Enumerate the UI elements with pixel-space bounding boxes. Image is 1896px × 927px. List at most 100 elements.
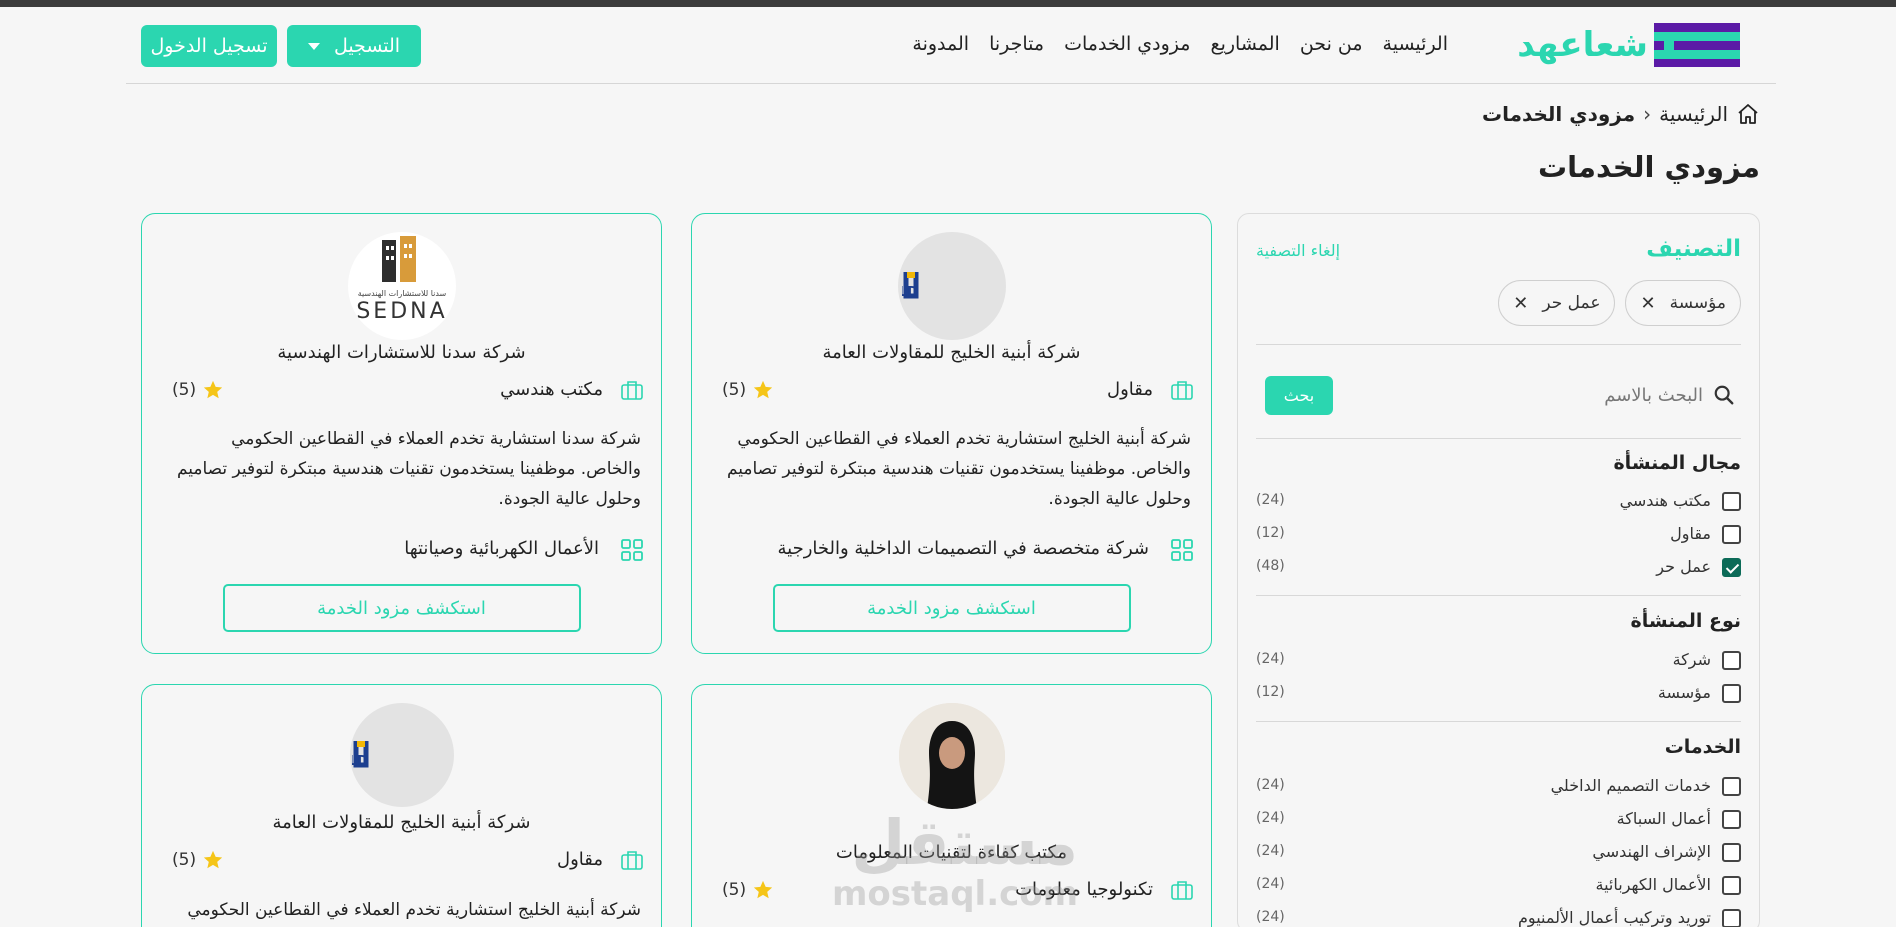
- filter-chip[interactable]: عمل حر ✕: [1498, 280, 1616, 326]
- option-count: (24): [1256, 492, 1285, 508]
- rating-count: (5): [722, 380, 747, 400]
- login-button[interactable]: تسجيل الدخول: [141, 25, 277, 67]
- provider-specialty: شركة متخصصة في التصميمات الداخلية والخار…: [722, 536, 1193, 564]
- rating-count: (5): [722, 880, 747, 900]
- checkbox[interactable]: [1722, 777, 1741, 796]
- provider-meta: مقاول (5): [172, 847, 643, 875]
- nav-home[interactable]: الرئيسية: [1383, 33, 1448, 55]
- filter-option[interactable]: الإشراف الهندسي (24): [1256, 840, 1741, 866]
- filter-option[interactable]: خدمات التصميم الداخلي (24): [1256, 774, 1741, 800]
- filter-option[interactable]: عمل حر (48): [1256, 555, 1741, 581]
- provider-kind: مقاول: [1106, 379, 1153, 400]
- provider-meta: تكنولوجيا معلومات (5): [722, 877, 1193, 905]
- provider-specialty: الأعمال الكهربائية وصيانتها: [172, 536, 643, 564]
- checkbox[interactable]: [1722, 909, 1741, 927]
- grid-icon: [621, 539, 643, 561]
- briefcase-icon: [1171, 881, 1193, 900]
- filter-option[interactable]: توريد وتركيب أعمال الألمنيوم (24): [1256, 906, 1741, 927]
- nav-projects[interactable]: المشاريع: [1210, 33, 1279, 55]
- register-label: التسجيل: [333, 35, 401, 57]
- filter-option[interactable]: مقاول (12): [1256, 522, 1741, 548]
- provider-name: شركة أبنية الخليج للمقاولات العامة: [822, 342, 1081, 363]
- provider-photo: [898, 703, 1005, 809]
- nav-blog[interactable]: المدونة: [912, 33, 969, 55]
- option-label: مكتب هندسي: [1619, 491, 1711, 510]
- option-label: شركة: [1672, 650, 1711, 669]
- close-icon[interactable]: ✕: [1513, 293, 1528, 314]
- svg-text:سدنا للاستشارات الهندسية: سدنا للاستشارات الهندسية: [357, 289, 446, 298]
- filter-chip[interactable]: مؤسسة ✕: [1625, 280, 1741, 326]
- specialty-text: شركة متخصصة في التصميمات الداخلية والخار…: [777, 538, 1150, 559]
- divider: [1256, 344, 1741, 345]
- checkbox[interactable]: [1722, 684, 1741, 703]
- provider-logo: GULFBUILD: [897, 232, 1006, 340]
- provider-card: سدنا للاستشارات الهندسية SEDNA شركة سدنا…: [141, 213, 662, 654]
- provider-card: GULFBUILD شركة أبنية الخليج للمقاولات ال…: [691, 213, 1212, 654]
- svg-text:GULFBUILD: GULFBUILD: [902, 285, 918, 300]
- explore-provider-button[interactable]: استكشف مزود الخدمة: [222, 584, 581, 632]
- rating-count: (5): [172, 380, 197, 400]
- explore-provider-button[interactable]: استكشف مزود الخدمة: [772, 584, 1131, 632]
- option-label: مقاول: [1670, 524, 1711, 543]
- briefcase-icon: [1171, 381, 1193, 400]
- sedna-logo-icon: سدنا للاستشارات الهندسية SEDNA: [356, 236, 447, 324]
- filter-option[interactable]: شركة (24): [1256, 648, 1741, 674]
- filter-title: التصنيف: [1646, 236, 1741, 262]
- checkbox[interactable]: [1722, 492, 1741, 511]
- filter-option[interactable]: مكتب هندسي (24): [1256, 489, 1741, 515]
- home-icon[interactable]: [1736, 102, 1760, 126]
- clear-filter-link[interactable]: إلغاء التصفية: [1256, 241, 1340, 260]
- filter-option[interactable]: الأعمال الكهربائية (24): [1256, 873, 1741, 899]
- filter-option[interactable]: مؤسسة (12): [1256, 681, 1741, 707]
- option-label: أعمال السباكة: [1616, 809, 1711, 828]
- chevron-left-icon: ‹: [1643, 102, 1652, 126]
- star-icon: [753, 380, 773, 399]
- option-count: (24): [1256, 777, 1285, 793]
- nav-about[interactable]: من نحن: [1300, 33, 1363, 55]
- provider-description: شركة أبنية الخليج استشارية تخدم العملاء …: [726, 429, 1191, 509]
- site-header: شعاعهد الرئيسية من نحن المشاريع مزودي ال…: [126, 7, 1776, 84]
- briefcase-icon: [621, 381, 643, 400]
- filter-option[interactable]: أعمال السباكة (24): [1256, 807, 1741, 833]
- checkbox[interactable]: [1722, 876, 1741, 895]
- option-label: مؤسسة: [1657, 683, 1711, 702]
- provider-description: شركة أبنية الخليج استشارية تخدم العملاء …: [187, 900, 641, 920]
- checkbox[interactable]: [1722, 843, 1741, 862]
- option-count: (24): [1256, 876, 1285, 892]
- gulfbuild-logo-icon: GULFBUILD: [352, 741, 368, 769]
- register-dropdown-button[interactable]: التسجيل: [287, 25, 421, 67]
- close-icon[interactable]: ✕: [1640, 293, 1655, 314]
- grid-icon: [1171, 539, 1193, 561]
- page-title: مزودي الخدمات: [1537, 150, 1760, 184]
- section-title-services: الخدمات: [1664, 736, 1741, 758]
- search-button[interactable]: بحث: [1265, 376, 1333, 415]
- star-icon: [753, 880, 773, 899]
- provider-card: مكتب كفاءة لتقنيات المعلومات تكنولوجيا م…: [691, 684, 1212, 927]
- logo-wordmark: شعاعهد: [1517, 25, 1649, 65]
- option-label: عمل حر: [1656, 557, 1711, 576]
- checkbox[interactable]: [1722, 810, 1741, 829]
- divider: [1256, 438, 1741, 439]
- provider-rating: (5): [172, 379, 224, 401]
- provider-kind: تكنولوجيا معلومات: [1015, 879, 1153, 900]
- provider-logo: GULFBUILD: [349, 703, 454, 807]
- site-logo[interactable]: شعاعهد: [1500, 23, 1740, 69]
- provider-kind: مكتب هندسي: [500, 379, 603, 400]
- nav-service-providers[interactable]: مزودي الخدمات: [1064, 33, 1190, 55]
- provider-name: شركة أبنية الخليج للمقاولات العامة: [272, 812, 531, 833]
- option-count: (12): [1256, 525, 1285, 541]
- option-count: (12): [1256, 684, 1285, 700]
- gulfbuild-logo-icon: GULFBUILD: [902, 272, 918, 300]
- provider-description: شركة سدنا استشارية تخدم العملاء في القطا…: [176, 429, 641, 509]
- checkbox[interactable]: [1722, 525, 1741, 544]
- chip-label: مؤسسة: [1669, 293, 1726, 313]
- option-count: (24): [1256, 843, 1285, 859]
- checkbox[interactable]: [1722, 651, 1741, 670]
- search-input[interactable]: [1423, 376, 1703, 414]
- breadcrumb-home[interactable]: الرئيسية: [1659, 102, 1728, 126]
- option-label: خدمات التصميم الداخلي: [1550, 776, 1711, 795]
- provider-name: مكتب كفاءة لتقنيات المعلومات: [835, 842, 1068, 863]
- provider-name: شركة سدنا للاستشارات الهندسية: [277, 342, 526, 363]
- checkbox-checked[interactable]: [1722, 558, 1741, 577]
- nav-stores[interactable]: متاجرنا: [989, 33, 1044, 55]
